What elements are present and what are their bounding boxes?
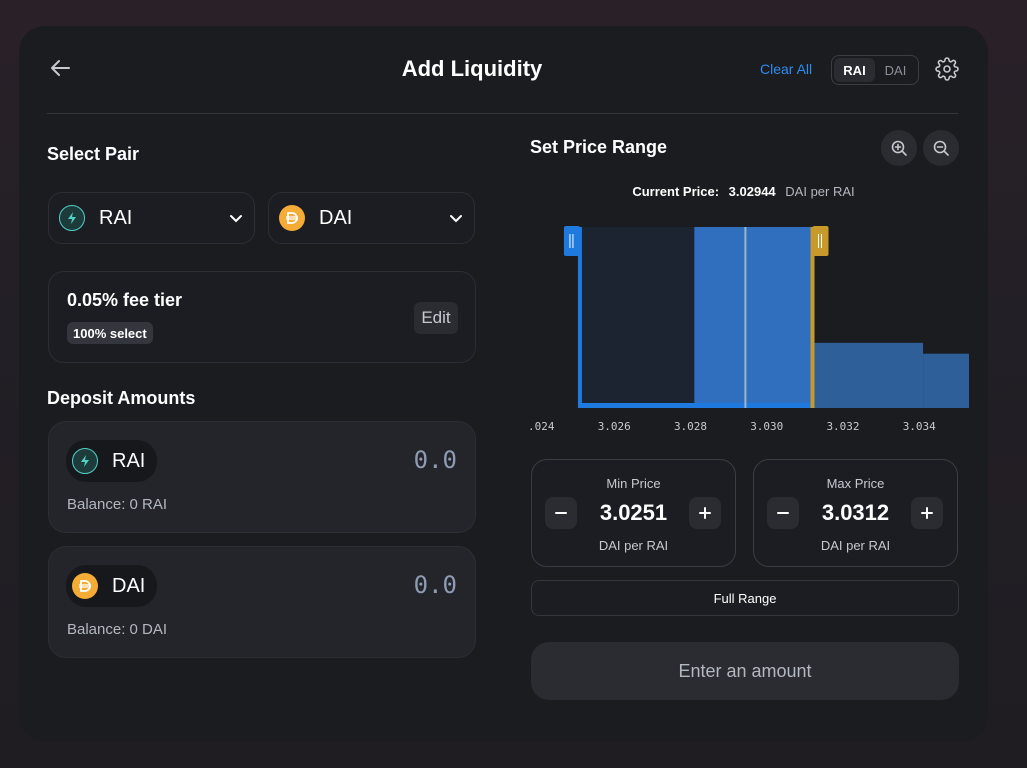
plus-icon [699, 507, 711, 519]
current-price: Current Price: 3.02944 DAI per RAI [19, 184, 988, 199]
header-divider [47, 113, 958, 114]
minus-icon [555, 512, 567, 514]
gear-icon[interactable] [935, 57, 959, 81]
clear-all-button[interactable]: Clear All [760, 61, 812, 77]
toggle-dai[interactable]: DAI [875, 58, 916, 82]
add-liquidity-card: Add Liquidity Clear All RAI DAI Select P… [19, 26, 988, 741]
toggle-rai[interactable]: RAI [834, 58, 875, 82]
max-handle [812, 226, 829, 256]
fee-tier-box: 0.05% fee tier 100% select Edit [48, 271, 476, 363]
dai-balance: Balance: 0 DAI [67, 621, 168, 638]
min-price-box: Min Price 3.0251 DAI per RAI [531, 459, 736, 567]
set-price-range-heading: Set Price Range [530, 137, 668, 157]
x-tick-label: 3.024 [529, 420, 555, 433]
min-price-decrease-button[interactable] [545, 497, 577, 529]
x-tick-label: 3.034 [903, 420, 936, 433]
liquidity-bar [923, 353, 977, 408]
rai-amount-input[interactable] [317, 446, 457, 474]
max-price-increase-button[interactable] [911, 497, 943, 529]
min-price-label: Min Price [606, 476, 661, 491]
rai-balance: Balance: 0 RAI [67, 496, 168, 513]
range-base-band [579, 403, 813, 408]
plus-icon [921, 507, 933, 519]
x-tick-label: 3.028 [674, 420, 707, 433]
token-b-select[interactable]: DAI [268, 192, 475, 244]
deposit-rai-token: RAI [66, 440, 158, 482]
current-price-label: Current Price: [632, 184, 720, 199]
max-price-unit: DAI per RAI [820, 538, 891, 553]
full-range-button[interactable]: Full Range [531, 580, 959, 616]
min-price-value[interactable]: 3.0251 [582, 500, 685, 526]
x-tick-label: 3.030 [750, 420, 783, 433]
fee-select-badge: 100% select [67, 322, 153, 344]
zoom-in-icon[interactable] [881, 130, 917, 166]
price-range-chart[interactable]: 3.024 3.026 3.028 3.030 3.032 3.034 [521, 220, 977, 440]
deposit-dai-label: DAI [112, 574, 146, 597]
x-tick-label: 3.032 [826, 420, 859, 433]
deposit-dai-box: DAI Balance: 0 DAI [48, 546, 476, 658]
current-price-value: 3.02944 [728, 184, 776, 199]
chevron-down-icon [448, 210, 464, 226]
dai-icon [279, 205, 305, 231]
chevron-down-icon [228, 210, 244, 226]
rai-icon [72, 448, 98, 474]
liquidity-bar [812, 342, 924, 408]
token-b-label: DAI [319, 206, 353, 229]
rai-icon [59, 205, 85, 231]
zoom-out-icon[interactable] [923, 130, 959, 166]
max-price-box: Max Price 3.0312 DAI per RAI [753, 459, 958, 567]
max-price-label: Max Price [826, 476, 885, 491]
header: Add Liquidity Clear All RAI DAI [19, 26, 988, 114]
dai-icon [72, 573, 98, 599]
liquidity-bar [694, 227, 813, 408]
deposit-amounts-heading: Deposit Amounts [47, 388, 196, 408]
deposit-dai-token: DAI [66, 565, 158, 607]
x-tick-label: 3.026 [598, 420, 631, 433]
minus-icon [777, 512, 789, 514]
liquidity-bar [579, 227, 695, 408]
min-handle [563, 226, 580, 256]
current-price-unit: DAI per RAI [785, 184, 855, 199]
base-token-toggle: RAI DAI [831, 55, 919, 85]
select-pair-heading: Select Pair [47, 144, 140, 164]
fee-tier-label: 0.05% fee tier [67, 290, 183, 310]
dai-amount-input[interactable] [317, 571, 457, 599]
max-price-value[interactable]: 3.0312 [804, 500, 907, 526]
chart-svg: 3.024 3.026 3.028 3.030 3.032 3.034 [521, 226, 977, 433]
min-price-increase-button[interactable] [689, 497, 721, 529]
deposit-rai-label: RAI [112, 449, 146, 472]
min-price-unit: DAI per RAI [598, 538, 669, 553]
edit-fee-button[interactable]: Edit [414, 302, 458, 334]
token-a-label: RAI [99, 206, 133, 229]
deposit-rai-box: RAI Balance: 0 RAI [48, 421, 476, 533]
token-a-select[interactable]: RAI [48, 192, 255, 244]
max-price-decrease-button[interactable] [767, 497, 799, 529]
enter-amount-button[interactable]: Enter an amount [531, 642, 959, 700]
